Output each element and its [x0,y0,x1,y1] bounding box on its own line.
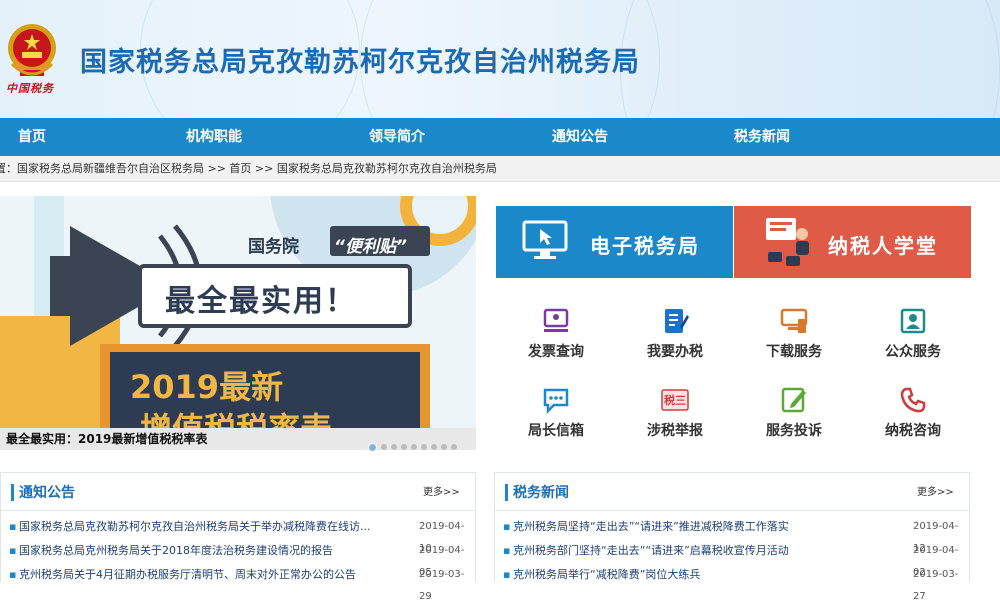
notice-date: 2019-04-10 [419,521,465,554]
service-label: 涉税举报 [647,423,703,439]
service-tax-report[interactable]: 税三 涉税举报 [615,386,735,442]
school-banner-label: 纳税人学堂 [828,234,938,258]
list-item[interactable]: ▪ 国家税务总局克孜勒苏柯尔克孜自治州税务局关于举办减税降费在线访... [9,516,409,538]
logo-text: 中国税务 [6,82,54,95]
news-date: 2019-04-02 [913,545,959,578]
breadcrumb-text[interactable]: 位置：国家税务总局新疆维吾尔自治区税务局 >> 首页 >> 国家税务总局克孜勒苏… [0,156,497,182]
service-label: 纳税咨询 [885,423,941,439]
notice-date: 2019-03-29 [419,569,465,602]
main-nav: 首页 机构职能 领导简介 通知公告 税务新闻 [0,118,1000,156]
news-date: 2019-03-27 [913,569,959,602]
etax-banner-label: 电子税务局 [590,234,700,258]
slide-subline-2: 增值税税率表 [140,410,333,430]
notice-link[interactable]: 国家税务总局克州税务局关于2018年度法治税务建设情况的报告 [19,540,409,562]
nav-item-leaders[interactable]: 领导简介 [369,118,425,156]
notices-panel-title[interactable]: 通知公告 [19,482,75,502]
download-icon [780,308,808,333]
list-item[interactable]: ▪ 克州税务局坚持“走出去”“请进来”推进减税降费工作落实 [503,516,903,538]
news-link[interactable]: 克州税务局举行“减税降费”岗位大练兵 [513,564,903,586]
slide-badge-tag: “便利贴” [334,237,407,257]
news-more-link[interactable]: 更多>> [917,483,954,498]
nav-item-news[interactable]: 税务新闻 [734,118,790,156]
notice-date: 2019-04-05 [419,545,465,578]
notices-panel-header: 通知公告 更多>> [1,473,475,511]
slider-dots [368,435,461,454]
image-slider[interactable]: 国务院 “便利贴” 最全最实用！ 2019最新 增值税税率表 [0,196,476,450]
slider-dot[interactable] [421,444,427,450]
service-public[interactable]: 公众服务 [853,307,973,363]
phone-icon [900,387,926,413]
news-panel-header: 税务新闻 更多>> [495,473,969,511]
slider-dot[interactable] [368,443,377,452]
nav-item-home[interactable]: 首页 [18,118,46,156]
service-label: 发票查询 [528,344,584,360]
service-label: 我要办税 [647,344,703,360]
news-link[interactable]: 克州税务部门坚持“走出去”“请进来”启幕税收宣传月活动 [513,540,903,562]
list-item[interactable]: ▪ 克州税务局关于4月征期办税服务厅清明节、周末对外正常办公的公告 [9,564,409,586]
slider-dot[interactable] [391,444,397,450]
monitor-cursor-icon [522,220,568,259]
report-badge-text: 税三 [664,394,686,407]
slider-dot[interactable] [401,444,407,450]
list-item[interactable]: ▪ 克州税务局举行“减税降费”岗位大练兵 [503,564,903,586]
news-panel-title[interactable]: 税务新闻 [513,482,569,502]
tax-filing-icon [665,309,689,333]
service-complaint[interactable]: 服务投诉 [734,386,854,442]
panel-accent-bar [505,484,508,501]
service-label: 局长信箱 [528,423,584,439]
bullet-icon: ▪ [9,520,17,533]
notice-link[interactable]: 克州税务局关于4月征期办税服务厅清明节、周末对外正常办公的公告 [19,564,409,586]
service-download[interactable]: 下载服务 [734,307,854,363]
header-decoration [620,0,1000,118]
slider-dot[interactable] [441,444,447,450]
bullet-icon: ▪ [9,544,17,557]
slider-dot[interactable] [451,444,457,450]
nav-item-notices[interactable]: 通知公告 [552,118,608,156]
slider-dot[interactable] [381,444,387,450]
service-label: 公众服务 [885,344,941,360]
list-item[interactable]: ▪ 国家税务总局克州税务局关于2018年度法治税务建设情况的报告 [9,540,409,562]
bullet-icon: ▪ [503,520,511,533]
site-title[interactable]: 国家税务总局克孜勒苏柯尔克孜自治州税务局 [80,40,640,79]
notices-panel: 通知公告 更多>> ▪ 国家税务总局克孜勒苏柯尔克孜自治州税务局关于举办减税降费… [0,472,476,602]
school-banner[interactable]: 纳税人学堂 [734,206,971,278]
site-header: 中国税务 国家税务总局克孜勒苏柯尔克孜自治州税务局 [0,0,1000,118]
service-tax-filing[interactable]: 我要办税 [615,307,735,363]
invoice-search-icon [543,308,569,332]
classroom-icon [766,218,809,266]
etax-banner[interactable]: 电子税务局 [496,206,733,278]
slide-badge-prefix: 国务院 [248,237,299,257]
service-consult[interactable]: 纳税咨询 [853,386,973,442]
service-director-mailbox[interactable]: 局长信箱 [496,386,616,442]
list-item[interactable]: ▪ 克州税务部门坚持“走出去”“请进来”启幕税收宣传月活动 [503,540,903,562]
news-panel: 税务新闻 更多>> ▪ 克州税务局坚持“走出去”“请进来”推进减税降费工作落实 … [494,472,970,602]
news-link[interactable]: 克州税务局坚持“走出去”“请进来”推进减税降费工作落实 [513,516,903,538]
bullet-icon: ▪ [9,568,17,581]
slider-dot[interactable] [431,444,437,450]
panel-accent-bar [11,484,14,501]
bullet-icon: ▪ [503,544,511,557]
slide-subline: 2019最新 [130,368,284,406]
slider-dot[interactable] [411,444,417,450]
service-label: 下载服务 [766,344,822,360]
service-label: 服务投诉 [766,423,822,439]
bullet-icon: ▪ [503,568,511,581]
news-date: 2019-04-12 [913,521,959,554]
service-invoice-query[interactable]: 发票查询 [496,307,616,363]
notice-link[interactable]: 国家税务总局克孜勒苏柯尔克孜自治州税务局关于举办减税降费在线访... [19,516,409,538]
public-service-icon [900,308,926,334]
breadcrumb: 位置：国家税务总局新疆维吾尔自治区税务局 >> 首页 >> 国家税务总局克孜勒苏… [0,156,1000,182]
complaint-icon [781,387,806,413]
mailbox-icon [543,388,569,414]
notices-more-link[interactable]: 更多>> [423,483,460,498]
slide-headline: 最全最实用！ [165,284,357,319]
nav-item-functions[interactable]: 机构职能 [186,118,242,156]
